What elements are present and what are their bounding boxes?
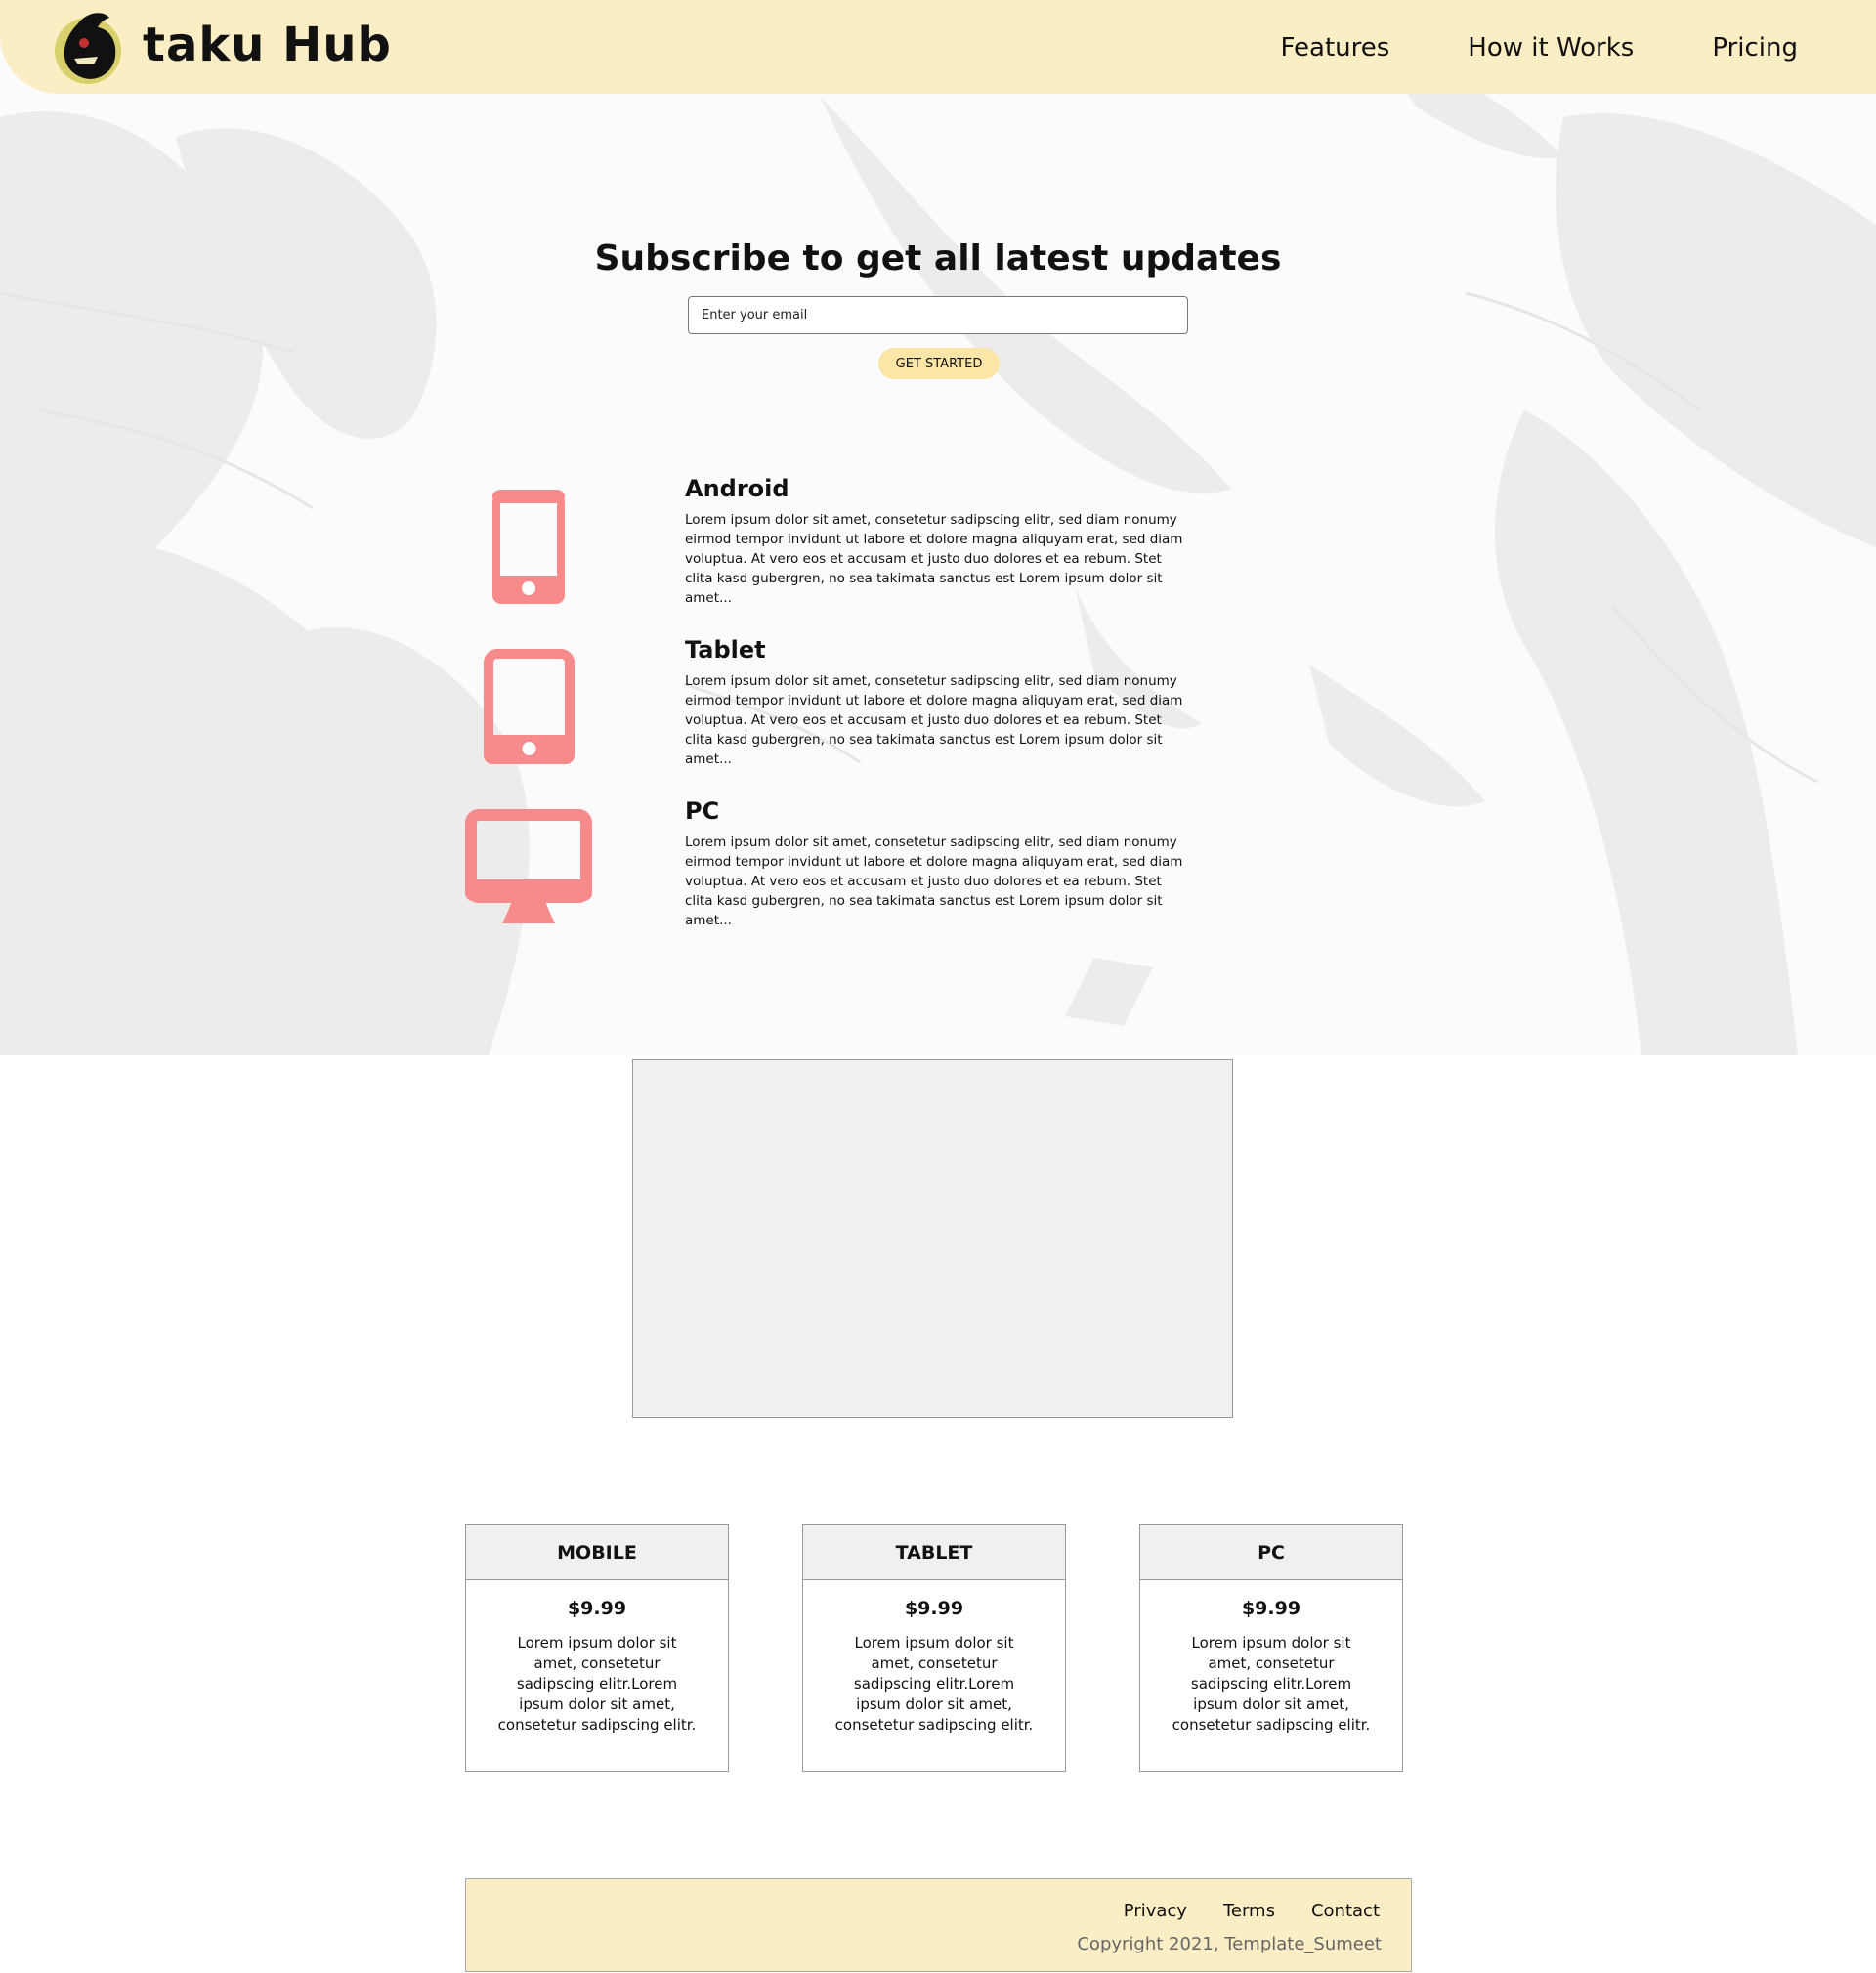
monitor-icon xyxy=(465,809,592,927)
email-input[interactable] xyxy=(688,296,1188,334)
footer-link-contact[interactable]: Contact xyxy=(1311,1901,1380,1921)
brand-logo[interactable] xyxy=(49,8,129,88)
nav-features[interactable]: Features xyxy=(1281,33,1390,63)
site-header: taku Hub Features How it Works Pricing xyxy=(0,0,1876,94)
plan-description: Lorem ipsum dolor sit amet, consetetur s… xyxy=(497,1634,697,1734)
feature-description: Lorem ipsum dolor sit amet, consetetur s… xyxy=(685,512,1183,606)
tablet-icon xyxy=(484,649,575,768)
site-footer: Privacy Terms Contact Copyright 2021, Te… xyxy=(465,1878,1412,1972)
plan-price: $9.99 xyxy=(1241,1598,1301,1619)
nav-pricing[interactable]: Pricing xyxy=(1712,33,1798,63)
plan-description: Lorem ipsum dolor sit amet, consetetur s… xyxy=(1172,1634,1371,1734)
feature-title: Android xyxy=(685,475,789,502)
feature-title: PC xyxy=(685,797,720,825)
plan-price: $9.99 xyxy=(567,1598,627,1619)
pricing-card-pc[interactable]: PC $9.99 Lorem ipsum dolor sit amet, con… xyxy=(1139,1524,1403,1772)
nav-how-it-works[interactable]: How it Works xyxy=(1468,33,1634,63)
pricing-card-mobile[interactable]: MOBILE $9.99 Lorem ipsum dolor sit amet,… xyxy=(465,1524,729,1772)
feature-title: Tablet xyxy=(685,636,766,664)
footer-link-privacy[interactable]: Privacy xyxy=(1124,1901,1187,1921)
footer-links: Privacy Terms Contact xyxy=(1124,1901,1380,1921)
copyright-text: Copyright 2021, Template_Sumeet xyxy=(1077,1934,1382,1954)
video-placeholder[interactable] xyxy=(632,1059,1233,1418)
plan-price: $9.99 xyxy=(904,1598,964,1619)
phone-icon xyxy=(492,490,565,608)
plan-name: PC xyxy=(1140,1525,1402,1580)
plan-name: TABLET xyxy=(803,1525,1065,1580)
feature-description: Lorem ipsum dolor sit amet, consetetur s… xyxy=(685,835,1183,928)
plan-name: MOBILE xyxy=(466,1525,728,1580)
feature-description: Lorem ipsum dolor sit amet, consetetur s… xyxy=(685,673,1183,767)
plan-description: Lorem ipsum dolor sit amet, consetetur s… xyxy=(834,1634,1034,1734)
main-nav: Features How it Works Pricing xyxy=(1281,33,1799,63)
get-started-button[interactable]: GET STARTED xyxy=(878,348,1000,379)
footer-link-terms[interactable]: Terms xyxy=(1223,1901,1275,1921)
brand-name[interactable]: taku Hub xyxy=(143,18,392,72)
subscribe-title: Subscribe to get all latest updates xyxy=(594,238,1282,279)
pricing-card-tablet[interactable]: TABLET $9.99 Lorem ipsum dolor sit amet,… xyxy=(802,1524,1066,1772)
